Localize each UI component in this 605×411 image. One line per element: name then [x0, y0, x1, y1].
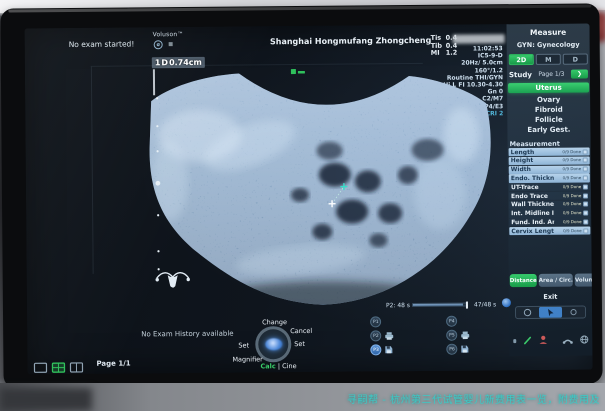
- exam-status-message: No exam started!: [69, 39, 135, 49]
- volume-button[interactable]: Volume: [575, 273, 593, 286]
- measure-panel-title: Measure: [507, 27, 590, 37]
- cine-progress-bar[interactable]: [412, 303, 468, 307]
- chevron-right-icon: ❯: [577, 71, 582, 78]
- phone-icon: [562, 335, 573, 344]
- cine-frame-label: 47/48 s: [474, 301, 496, 308]
- checkbox[interactable]: [583, 184, 588, 189]
- p6-button[interactable]: P6: [446, 344, 457, 355]
- cine-and-print-cluster: P2: 48 s 47/48 s P1 P2 P3 P4 P5 P6: [362, 298, 533, 374]
- study-page-indicator: Page 1/3: [532, 71, 571, 78]
- checkbox[interactable]: [583, 167, 588, 172]
- p2-button[interactable]: P2: [370, 330, 381, 341]
- cine-progress-fill: [413, 304, 463, 306]
- body-marker-uterus-icon: [155, 273, 190, 288]
- photo-of-ultrasound-monitor: No exam started! Voluson™ Shanghai Hongm…: [0, 0, 605, 411]
- cine-loop-icon[interactable]: [502, 298, 511, 307]
- tab-d[interactable]: D: [563, 53, 588, 64]
- layout-quad-icon[interactable]: [51, 362, 65, 373]
- checkbox[interactable]: [583, 211, 588, 216]
- hospital-name: Shanghai Hongmufang Zhongcheng: [253, 36, 449, 47]
- exam-category: GYN: Gynecology: [507, 40, 590, 49]
- trackball-hint-left: Set: [238, 341, 249, 349]
- measurement-row[interactable]: Length0/9 Done: [509, 147, 590, 156]
- page-indicator: Page 1/1: [96, 359, 130, 367]
- display-layout-buttons: [33, 362, 83, 373]
- checkbox[interactable]: [583, 202, 588, 207]
- shadow-corner: [0, 388, 92, 411]
- distance-button[interactable]: Distance: [510, 274, 537, 287]
- checkbox[interactable]: [583, 149, 588, 154]
- measurement-row[interactable]: Width0/9 Done: [509, 165, 590, 174]
- checkbox[interactable]: [583, 228, 588, 233]
- ge-logo-icon: [154, 40, 163, 49]
- tab-m[interactable]: M: [536, 54, 561, 65]
- tab-2d[interactable]: 2D: [509, 54, 534, 65]
- redacted-patient-name: [453, 34, 505, 43]
- voluson-logo: Voluson™: [153, 31, 184, 38]
- cursor-arrow-icon[interactable]: [539, 307, 562, 318]
- p3-button[interactable]: P3: [370, 344, 381, 355]
- measurement-row[interactable]: Endo. Thickn.0/9 Done: [509, 174, 590, 183]
- mode-tabs: 2D M D: [509, 53, 588, 65]
- sector-image: [139, 53, 501, 314]
- trackball-hint-cluster: Change Cancel Set Set Magnifier Calc | C…: [232, 314, 358, 373]
- checkbox[interactable]: [583, 193, 588, 198]
- checkbox[interactable]: [583, 158, 588, 163]
- ultrasound-screen: No exam started! Voluson™ Shanghai Hongm…: [25, 23, 593, 374]
- save-disk-icon: [460, 345, 469, 354]
- trackball-hint-top-right: Cancel: [290, 327, 312, 335]
- next-page-button[interactable]: ❯: [571, 69, 588, 78]
- brand-square-icon: [169, 42, 173, 46]
- save-disk-icon: [384, 345, 393, 354]
- layout-dual-icon[interactable]: [69, 362, 83, 373]
- study-item-early-gest[interactable]: Early Gest.: [507, 124, 590, 135]
- monitor-bezel: No exam started! Voluson™ Shanghai Hongm…: [0, 3, 602, 388]
- probe-orientation-marker-icon: [291, 69, 305, 74]
- measurement-row[interactable]: Fund. Ind. Angle0/9 Done: [509, 218, 590, 227]
- printer-icon: [384, 331, 394, 340]
- ultrasound-image[interactable]: [139, 53, 501, 314]
- cine-position-marker[interactable]: [466, 302, 468, 309]
- checkbox[interactable]: [583, 219, 588, 224]
- trackball-hint-top: Change: [262, 318, 287, 326]
- area-circ-button[interactable]: Area / Circ.: [539, 274, 573, 287]
- trackball-hint-bottom: Calc | Cine: [260, 362, 296, 370]
- measurement-row[interactable]: Height0/9 Done: [509, 156, 590, 165]
- checkbox[interactable]: [583, 175, 588, 180]
- patient-icon: [538, 335, 548, 345]
- p4-button[interactable]: P4: [446, 316, 457, 327]
- measurement-row[interactable]: Endo Trace0/9 Done: [509, 191, 590, 200]
- study-label: Study: [509, 70, 532, 78]
- network-globe-icon: [579, 334, 589, 344]
- exam-history-message: No Exam History available: [141, 330, 233, 339]
- p1-button[interactable]: P1: [370, 316, 381, 327]
- trackball-hint-bottom-left: Magnifier: [232, 355, 262, 363]
- circle-mode-icon[interactable]: [562, 307, 585, 318]
- cine-duration-label: P2: 48 s: [386, 302, 410, 309]
- measurement-row[interactable]: Cervix Length0/9 Done: [509, 227, 590, 236]
- print-buttons-right: P4 P5 P6: [446, 315, 470, 357]
- printer-icon: [460, 331, 470, 340]
- measurement-row[interactable]: UT-Trace0/9 Done: [509, 183, 590, 192]
- layout-single-icon[interactable]: [33, 362, 47, 373]
- trackball-indicator-icon: [265, 338, 282, 350]
- study-item-uterus[interactable]: Uterus: [508, 82, 589, 93]
- p5-button[interactable]: P5: [446, 330, 457, 341]
- trackball-hint-right: Set: [294, 340, 305, 348]
- tool-buttons: Distance Area / Circ. Volume: [510, 273, 591, 287]
- study-pager: Study Page 1/3 ❯: [509, 68, 588, 80]
- video-caption: 寻嗣帮 - 杭州第三代试管婴儿新费用表一览，附费用及: [330, 391, 600, 406]
- measurement-row[interactable]: Wall Thickness0/9 Done: [509, 200, 590, 209]
- measurement-rows: Length0/9 Done Height0/9 Done Width0/9 D…: [509, 147, 591, 236]
- measurement-row[interactable]: Int. Midline Ind.0/9 Done: [509, 209, 590, 218]
- print-buttons-left: P1 P2 P3: [370, 315, 394, 357]
